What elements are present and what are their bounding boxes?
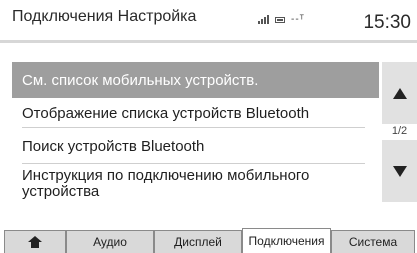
status-indicators: --ᵀ bbox=[258, 14, 305, 25]
menu-item-bluetooth-search[interactable]: Поиск устройств Bluetooth bbox=[12, 128, 379, 164]
battery-icon bbox=[275, 16, 285, 23]
arrow-up-icon bbox=[392, 87, 407, 99]
page-title: Подключения Настройка bbox=[12, 8, 197, 25]
tab-display[interactable]: Дисплей bbox=[154, 230, 242, 253]
scroll-down-button[interactable] bbox=[382, 140, 417, 202]
signal-strength-icon bbox=[258, 15, 269, 24]
tab-connections[interactable]: Подключения bbox=[242, 228, 331, 253]
tab-system[interactable]: Система bbox=[331, 230, 415, 253]
menu-item-label: См. список мобильных устройств. bbox=[22, 71, 259, 89]
bottom-tab-bar: Аудио Дисплей Подключения Система bbox=[0, 226, 417, 253]
menu-item-mobile-devices-list[interactable]: См. список мобильных устройств. bbox=[12, 62, 379, 98]
network-status-text: --ᵀ bbox=[291, 14, 305, 25]
settings-menu-list: См. список мобильных устройств. Отображе… bbox=[12, 62, 379, 208]
home-icon bbox=[28, 236, 42, 248]
menu-item-bluetooth-device-list[interactable]: Отображение списка устройств Bluetooth bbox=[12, 98, 379, 128]
menu-item-label: Инструкция по подключению мобильного уст… bbox=[22, 167, 310, 200]
arrow-down-icon bbox=[392, 165, 407, 177]
clock: 15:30 bbox=[363, 12, 411, 33]
menu-item-connection-instructions[interactable]: Инструкция по подключению мобильного уст… bbox=[12, 164, 379, 208]
page-indicator: 1/2 bbox=[391, 125, 408, 137]
header-bar: Подключения Настройка --ᵀ 15:30 bbox=[0, 0, 417, 43]
scroll-up-button[interactable] bbox=[382, 62, 417, 124]
menu-item-label: Отображение списка устройств Bluetooth bbox=[22, 104, 310, 122]
tab-home[interactable] bbox=[4, 230, 66, 253]
menu-item-label: Поиск устройств Bluetooth bbox=[22, 137, 205, 155]
tab-audio[interactable]: Аудио bbox=[66, 230, 154, 253]
